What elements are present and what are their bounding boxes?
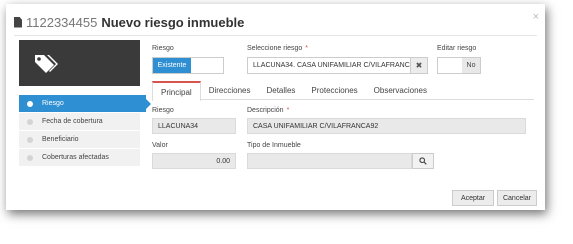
edit-risk-toggle[interactable]: No <box>437 57 481 74</box>
tab-observaciones[interactable]: Observaciones <box>366 81 435 100</box>
side-nav: Riesgo Fecha de cobertura Beneficiario C… <box>19 95 151 167</box>
toggle-value: No <box>462 58 480 73</box>
cancel-button[interactable]: Cancelar <box>497 190 537 206</box>
sidebar-item-label: Riesgo <box>42 100 64 107</box>
accept-button[interactable]: Aceptar <box>452 190 494 206</box>
sidebar-item-beneficiario[interactable]: Beneficiario <box>19 131 140 149</box>
edit-risk-label: Editar riesgo <box>437 45 477 52</box>
sidebar-item-label: Fecha de cobertura <box>42 118 103 125</box>
riesgo-code-label: Riesgo <box>152 107 174 114</box>
descripcion-label-text: Descripción <box>247 107 284 114</box>
search-icon <box>419 157 427 165</box>
sidebar-item-label: Beneficiario <box>42 136 79 143</box>
sidebar-item-fecha-de-cobertura[interactable]: Fecha de cobertura <box>19 113 140 131</box>
sidebar-item-riesgo[interactable]: Riesgo <box>19 95 151 113</box>
tags-icon <box>35 55 58 73</box>
step-dot-icon <box>27 100 33 107</box>
sidebar-item-coberturas-afectadas[interactable]: Coberturas afectadas <box>19 149 140 167</box>
descripcion-label: Descripción * <box>247 107 289 114</box>
sidebar-item-label: Coberturas afectadas <box>42 154 109 161</box>
close-icon[interactable]: × <box>533 11 539 23</box>
tipo-inmueble-field[interactable] <box>247 153 412 169</box>
required-mark: * <box>286 107 290 114</box>
dialog: 1122334455 Nuevo riesgo inmueble × Riesg… <box>6 4 545 210</box>
tab-principal[interactable]: Principal <box>152 81 201 101</box>
dialog-title: Nuevo riesgo inmueble <box>101 14 245 30</box>
tab-direcciones[interactable]: Direcciones <box>201 81 259 100</box>
tab-protecciones[interactable]: Protecciones <box>303 81 365 100</box>
logo-box <box>19 40 140 86</box>
valor-label: Valor <box>152 142 168 149</box>
riesgo-code-field[interactable]: LLACUNA34 <box>152 118 236 134</box>
select-risk-label: Seleccione riesgo * <box>247 45 308 52</box>
required-mark: * <box>305 45 308 52</box>
step-dot-icon <box>27 118 33 125</box>
riesgo-type-label: Riesgo <box>152 45 174 52</box>
select-risk-value: LLACUNA34. CASA UNIFAMILIAR C/VILAFRANCA… <box>253 62 423 69</box>
riesgo-existente-option[interactable]: Existente <box>153 58 191 73</box>
title-bar: 1122334455 Nuevo riesgo inmueble <box>14 12 244 32</box>
riesgo-type-segmented: Existente <box>152 57 224 74</box>
tipo-inmueble-label: Tipo de Inmueble <box>247 142 301 149</box>
select-risk-field[interactable]: LLACUNA34. CASA UNIFAMILIAR C/VILAFRANCA… <box>247 57 428 74</box>
toggle-track <box>438 58 462 73</box>
tab-detalles[interactable]: Detalles <box>258 81 303 100</box>
riesgo-nuevo-option[interactable] <box>191 58 223 73</box>
step-dot-icon <box>27 154 33 161</box>
select-risk-label-text: Seleccione riesgo <box>247 45 303 52</box>
step-dot-icon <box>27 136 33 143</box>
title-divider <box>14 35 537 36</box>
descripcion-field[interactable]: CASA UNIFAMILIAR C/VILAFRANCA92 <box>247 118 526 134</box>
tab-bar: Principal Direcciones Detalles Proteccio… <box>152 81 534 101</box>
tipo-inmueble-search-button[interactable] <box>412 153 434 169</box>
document-icon <box>14 16 22 28</box>
clear-icon[interactable]: ✖ <box>410 58 427 73</box>
valor-field[interactable]: 0.00 <box>152 153 236 169</box>
policy-number: 1122334455 <box>26 14 98 30</box>
